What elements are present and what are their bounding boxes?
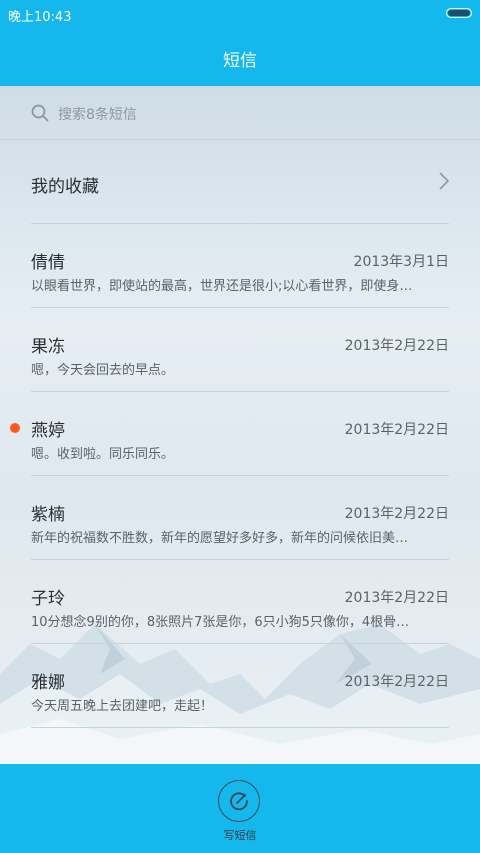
status-bar: 晚上10:43 <box>0 0 480 28</box>
message-preview: 嗯。收到啦。同乐同乐。 <box>31 447 175 462</box>
contact-name: 雅娜 <box>31 673 65 693</box>
compose-icon <box>230 792 248 811</box>
favorites-label: 我的收藏 <box>31 177 99 197</box>
battery-icon <box>446 8 472 18</box>
compose-button[interactable] <box>218 780 260 822</box>
contact-name: 子玲 <box>31 589 65 609</box>
contact-name: 果冻 <box>31 337 65 357</box>
search-icon <box>31 104 49 126</box>
contact-name: 燕婷 <box>31 421 65 441</box>
conversation-row[interactable]: 果冻 2013年2月22日 嗯，今天会回去的早点。 <box>31 308 449 392</box>
compose-label: 写短信 <box>223 829 257 842</box>
conversation-row[interactable]: 子玲 2013年2月22日 10分想念9别的你，8张照片7张是你，6只小狗5只像… <box>31 560 449 644</box>
message-date: 2013年3月1日 <box>353 254 449 270</box>
title-bar: 短信 <box>0 28 480 86</box>
message-preview: 嗯，今天会回去的早点。 <box>31 363 175 378</box>
conversation-row[interactable]: 紫楠 2013年2月22日 新年的祝福数不胜数，新年的愿望好多好多，新年的问候依… <box>31 476 449 560</box>
search-input[interactable]: 搜索8条短信 <box>58 104 137 124</box>
unread-indicator <box>10 423 20 433</box>
conversation-row[interactable]: 倩倩 2013年3月1日 以眼看世界，即使站的最高，世界还是很小;以心看世界，即… <box>31 224 449 308</box>
conversation-row[interactable]: 雅娜 2013年2月22日 今天周五晚上去团建吧，走起！ <box>31 644 449 728</box>
chevron-right-icon <box>439 172 450 194</box>
search-bar[interactable]: 搜索8条短信 <box>0 86 480 140</box>
message-date: 2013年2月22日 <box>344 674 449 690</box>
message-preview: 新年的祝福数不胜数，新年的愿望好多好多，新年的问候依旧美… <box>31 531 409 546</box>
message-preview: 今天周五晚上去团建吧，走起！ <box>31 699 214 714</box>
contact-name: 紫楠 <box>31 505 65 525</box>
message-date: 2013年2月22日 <box>344 506 449 522</box>
favorites-item[interactable]: 我的收藏 <box>31 140 450 224</box>
message-date: 2013年2月22日 <box>344 422 449 438</box>
status-time: 晚上10:43 <box>8 10 72 25</box>
contact-name: 倩倩 <box>31 253 65 273</box>
message-date: 2013年2月22日 <box>344 338 449 354</box>
message-preview: 以眼看世界，即使站的最高，世界还是很小;以心看世界，即使身… <box>31 279 413 294</box>
conversation-row[interactable]: 燕婷 2013年2月22日 嗯。收到啦。同乐同乐。 <box>10 392 449 476</box>
page-title: 短信 <box>223 51 257 71</box>
message-preview: 10分想念9别的你，8张照片7张是你，6只小狗5只像你，4根骨… <box>31 615 410 630</box>
bottom-bar: 写短信 <box>0 764 480 853</box>
message-date: 2013年2月22日 <box>344 590 449 606</box>
